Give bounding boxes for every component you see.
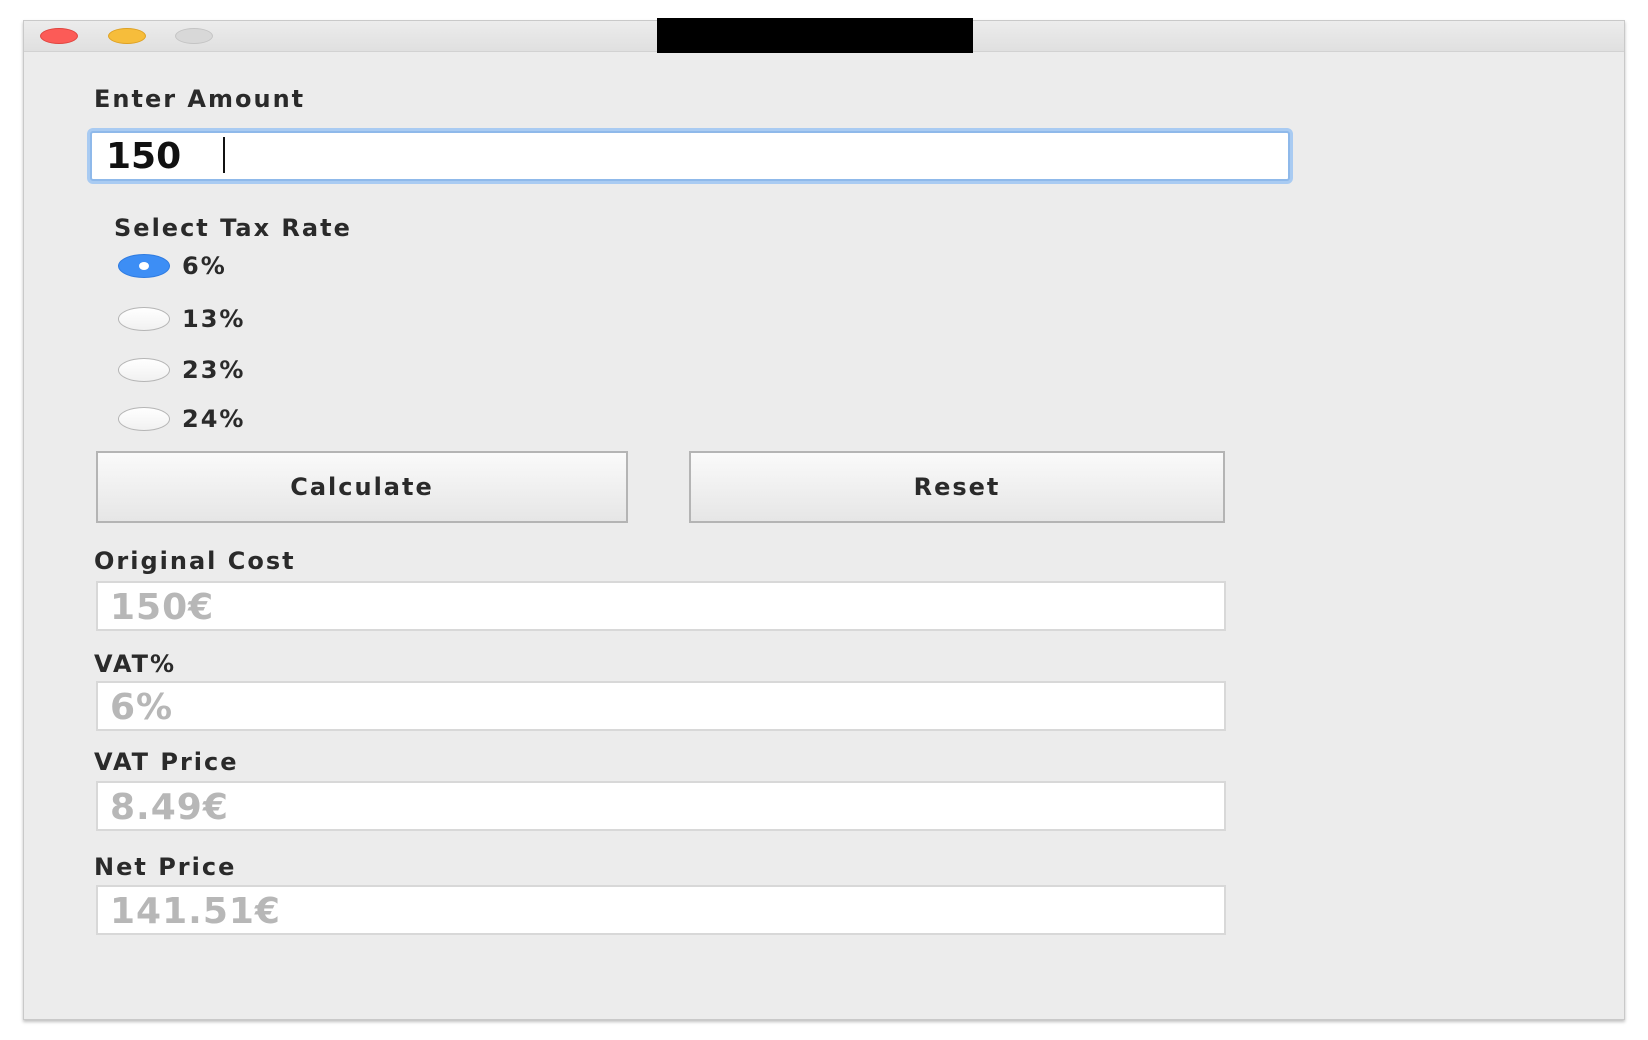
radio-option-6[interactable]: 6% — [118, 252, 227, 280]
radio-unselected-icon[interactable] — [118, 407, 170, 431]
original-cost-field: 150€ — [96, 581, 1226, 631]
text-caret — [223, 137, 225, 173]
radio-option-23[interactable]: 23% — [118, 356, 245, 384]
vat-percent-field: 6% — [96, 681, 1226, 731]
radio-unselected-icon[interactable] — [118, 307, 170, 331]
tax-rate-label: Select Tax Rate — [114, 214, 352, 242]
close-icon[interactable] — [40, 28, 78, 44]
amount-input[interactable] — [90, 131, 1290, 181]
original-cost-label: Original Cost — [94, 547, 296, 575]
radio-label-6: 6% — [182, 252, 227, 280]
title-bar[interactable] — [24, 18, 1624, 53]
amount-label: Enter Amount — [94, 85, 306, 113]
radio-label-24: 24% — [182, 405, 246, 433]
window-title-redacted — [657, 18, 973, 53]
vat-percent-label: VAT% — [94, 650, 177, 678]
net-price-label: Net Price — [94, 853, 237, 881]
vat-price-field: 8.49€ — [96, 781, 1226, 831]
reset-button[interactable]: Reset — [689, 451, 1225, 523]
radio-option-24[interactable]: 24% — [118, 405, 245, 433]
vat-price-label: VAT Price — [94, 748, 239, 776]
radio-selected-icon[interactable] — [118, 254, 170, 278]
net-price-field: 141.51€ — [96, 885, 1226, 935]
calculate-button[interactable]: Calculate — [96, 451, 628, 523]
radio-option-13[interactable]: 13% — [118, 305, 245, 333]
radio-label-23: 23% — [182, 356, 246, 384]
radio-unselected-icon[interactable] — [118, 358, 170, 382]
minimize-icon[interactable] — [108, 28, 146, 44]
maximize-icon[interactable] — [175, 28, 213, 44]
vat-calculator-window: Enter Amount Select Tax Rate 6% 13% 23% … — [23, 18, 1625, 1020]
radio-label-13: 13% — [182, 305, 246, 333]
